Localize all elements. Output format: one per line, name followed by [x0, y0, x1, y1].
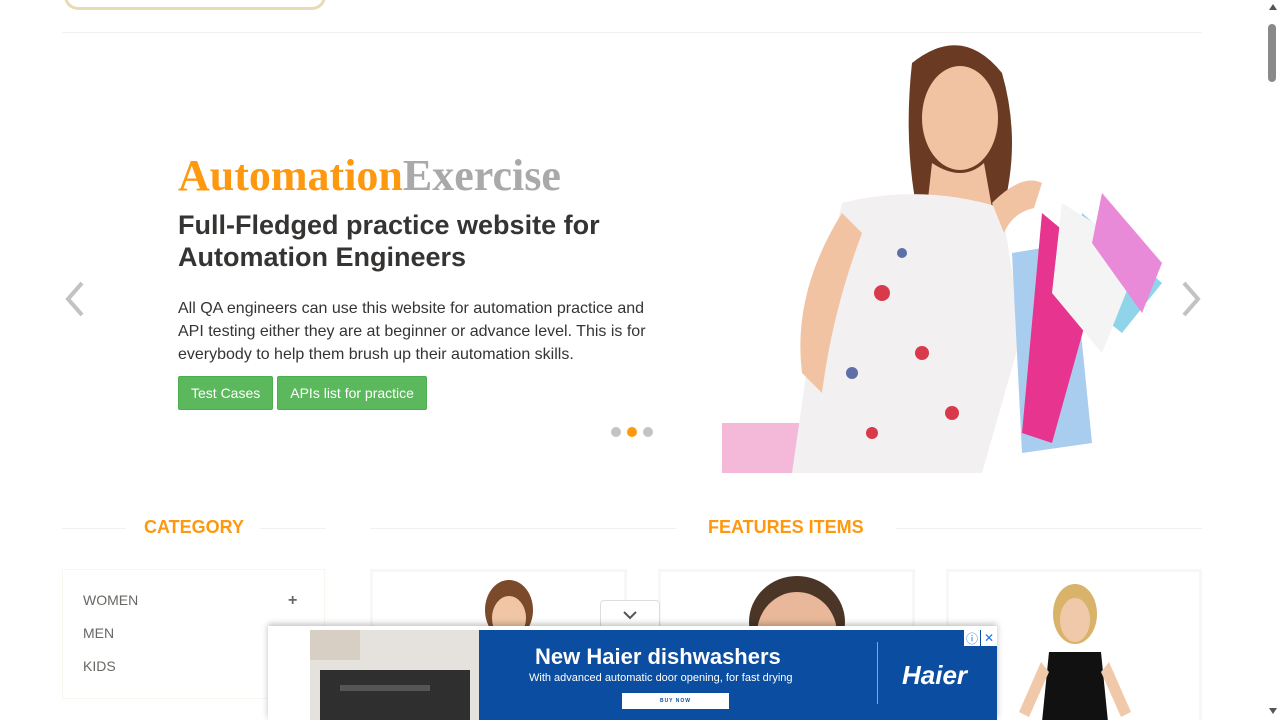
slider-next-button[interactable] — [1176, 279, 1204, 319]
slider-prev-button[interactable] — [62, 279, 90, 319]
category-item-kids[interactable]: KIDS — [83, 658, 116, 674]
ad-banner[interactable]: New Haier dishwashers With advanced auto… — [268, 626, 997, 720]
slide-brand: AutomationExercise — [178, 151, 678, 201]
ad-content: New Haier dishwashers With advanced auto… — [479, 630, 997, 720]
slide-buttons: Test Cases APIs list for practice — [178, 376, 678, 410]
features-rule-left — [370, 528, 676, 529]
plus-icon[interactable]: + — [288, 592, 297, 610]
features-rule-right — [896, 528, 1202, 529]
category-item-women[interactable]: WOMEN — [83, 592, 138, 608]
scroll-down-icon[interactable] — [1269, 708, 1277, 714]
ad-buy-now-button[interactable]: BUY NOW — [622, 693, 729, 709]
slider-dot-1[interactable] — [611, 427, 621, 437]
close-icon[interactable]: ✕ — [981, 630, 997, 646]
site-logo[interactable] — [64, 0, 326, 10]
ad-divider — [877, 642, 878, 704]
slider-dot-3[interactable] — [643, 427, 653, 437]
category-rule-left — [62, 528, 126, 529]
scroll-up-icon[interactable] — [1269, 4, 1277, 10]
chevron-down-icon — [623, 610, 637, 619]
ad-controls: ⓘ ✕ — [964, 630, 997, 646]
scrollbar-thumb[interactable] — [1268, 24, 1276, 82]
ad-collapse-button[interactable] — [600, 600, 660, 628]
info-icon[interactable]: ⓘ — [964, 630, 980, 646]
slider-indicators — [611, 427, 653, 437]
page-scrollbar[interactable] — [1266, 0, 1280, 720]
slide-content: AutomationExercise Full-Fledged practice… — [178, 151, 678, 410]
slide-headline: Full-Fledged practice website for Automa… — [178, 210, 600, 272]
test-cases-button[interactable]: Test Cases — [178, 376, 274, 410]
brand-exercise: Exercise — [402, 151, 561, 200]
hero-slider: AutomationExercise Full-Fledged practice… — [62, 33, 1202, 473]
chevron-right-icon — [1182, 281, 1201, 317]
ad-subtitle: With advanced automatic door opening, fo… — [529, 672, 793, 684]
chevron-left-icon — [65, 281, 84, 317]
slide-description: All QA engineers can use this website fo… — [178, 300, 646, 363]
brand-automation: Automation — [178, 151, 403, 200]
category-title: CATEGORY — [144, 517, 245, 537]
category-item-men[interactable]: MEN — [83, 625, 114, 641]
ad-title: New Haier dishwashers — [535, 644, 781, 669]
apis-list-button[interactable]: APIs list for practice — [277, 376, 427, 410]
slider-dot-2[interactable] — [627, 427, 637, 437]
features-title: FEATURES ITEMS — [708, 517, 864, 537]
category-rule-right — [260, 528, 326, 529]
ad-dishwasher-image — [310, 630, 479, 720]
ad-brand-logo: Haier — [902, 660, 968, 690]
hero-shopping-girl-image — [722, 45, 1162, 473]
